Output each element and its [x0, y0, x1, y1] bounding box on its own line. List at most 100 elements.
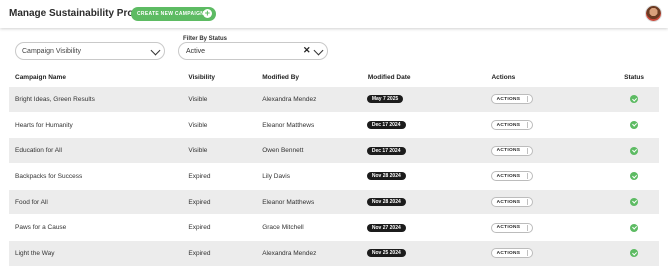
actions-cell: ACTIONS [491, 137, 610, 164]
campaign-name-cell: Education for All [9, 137, 189, 164]
plus-icon: + [203, 8, 212, 18]
actions-button-label: ACTIONS [496, 122, 521, 128]
modified-by-cell: Lily Davis [262, 163, 366, 190]
actions-button-label: ACTIONS [496, 199, 521, 205]
table-row[interactable]: Light the Way Expired Alexandra Mendez Nov … [9, 240, 659, 266]
modified-date-cell: Dec 17 2024 [365, 137, 492, 164]
actions-button[interactable]: ACTIONS [491, 171, 534, 182]
status-select-value: Active [186, 47, 206, 55]
date-badge: Nov 28 2024 [366, 198, 406, 207]
table-row[interactable]: Food for All Expired Eleanor Matthews Nov 2… [9, 188, 659, 215]
check-circle-icon [630, 95, 639, 104]
actions-cell: ACTIONS [491, 188, 610, 215]
actions-button-label: ACTIONS [496, 173, 521, 179]
visibility-cell: Expired [188, 188, 263, 215]
actions-cell: ACTIONS [491, 111, 610, 138]
campaigns-table: Campaign Name Visibility Modified By Mod… [9, 68, 659, 266]
actions-cell: ACTIONS [491, 163, 610, 190]
actions-cell: ACTIONS [491, 214, 610, 241]
date-badge: May 7 2025 [366, 95, 404, 104]
table-row[interactable]: Education for All Visible Owen Bennett Dec … [9, 137, 659, 164]
kebab-menu-icon [526, 224, 529, 231]
kebab-menu-icon [526, 199, 529, 206]
kebab-menu-icon [526, 250, 529, 257]
table-body: Bright Ideas, Green Results Visible Alexan… [9, 86, 659, 266]
check-circle-icon [630, 172, 639, 181]
table-row[interactable]: Paws for a Cause Expired Grace Mitchell Nov… [9, 214, 659, 241]
actions-button-label: ACTIONS [496, 96, 521, 102]
column-header-visibility[interactable]: Visibility [188, 68, 262, 87]
modified-by-cell: Eleanor Matthews [262, 188, 366, 215]
status-cell [609, 137, 659, 164]
create-new-campaign-button[interactable]: CREATE NEW CAMPAIGN + [131, 7, 216, 21]
actions-button[interactable]: ACTIONS [491, 145, 534, 156]
modified-date-cell: May 7 2025 [365, 86, 492, 113]
status-cell [609, 163, 659, 190]
visibility-cell: Expired [188, 214, 263, 241]
actions-button-label: ACTIONS [496, 250, 521, 256]
chevron-down-icon[interactable] [313, 45, 324, 56]
table-row[interactable]: Hearts for Humanity Visible Eleanor Matthe… [9, 111, 659, 138]
modified-by-cell: Eleanor Matthews [262, 111, 366, 138]
status-cell [609, 188, 659, 215]
chevron-down-icon [150, 45, 161, 56]
modified-by-cell: Alexandra Mendez [262, 240, 366, 266]
modified-date-cell: Nov 27 2024 [365, 214, 492, 241]
table-row[interactable]: Backpacks for Success Expired Lily Davis No… [9, 163, 659, 190]
status-cell [609, 86, 659, 113]
check-circle-icon [630, 249, 639, 258]
campaign-visibility-select[interactable]: Campaign Visibility [15, 42, 165, 60]
kebab-menu-icon [526, 173, 529, 180]
actions-button[interactable]: ACTIONS [491, 248, 534, 259]
kebab-menu-icon [526, 122, 529, 129]
status-cell [609, 111, 659, 138]
top-header: Manage Sustainability Projects CREATE NE… [0, 0, 668, 28]
visibility-cell: Visible [188, 86, 263, 113]
actions-button-label: ACTIONS [496, 148, 521, 154]
campaign-name-cell: Food for All [9, 188, 189, 215]
column-header-actions: Actions [491, 73, 516, 81]
visibility-cell: Expired [188, 163, 263, 190]
status-filter-select[interactable]: Active ✕ [178, 42, 328, 60]
table-row[interactable]: Bright Ideas, Green Results Visible Alexan… [9, 86, 659, 113]
column-header-modified-date[interactable]: Modified Date [366, 68, 492, 87]
visibility-cell: Visible [188, 111, 263, 138]
user-avatar[interactable] [645, 5, 662, 22]
modified-date-cell: Dec 17 2024 [365, 111, 492, 138]
visibility-cell: Visible [188, 137, 263, 164]
date-badge: Nov 27 2024 [366, 223, 406, 232]
actions-button[interactable]: ACTIONS [491, 222, 534, 233]
campaign-name-cell: Light the Way [9, 240, 189, 266]
modified-date-cell: Nov 28 2024 [365, 163, 492, 190]
modified-by-cell: Alexandra Mendez [262, 86, 366, 113]
column-header-campaign-name[interactable]: Campaign Name [9, 68, 188, 87]
visibility-cell: Expired [188, 240, 263, 266]
campaign-name-cell: Hearts for Humanity [9, 111, 189, 138]
modified-date-cell: Nov 25 2024 [365, 240, 492, 266]
modified-by-cell: Owen Bennett [262, 137, 366, 164]
visibility-select-value: Campaign Visibility [22, 47, 82, 55]
modified-date-cell: Nov 28 2024 [365, 188, 492, 215]
actions-button[interactable]: ACTIONS [491, 120, 534, 131]
check-circle-icon [630, 121, 639, 130]
campaign-name-cell: Bright Ideas, Green Results [9, 86, 189, 113]
kebab-menu-icon [526, 96, 529, 103]
date-badge: Nov 28 2024 [366, 172, 406, 181]
clear-icon[interactable]: ✕ [303, 45, 311, 56]
actions-button[interactable]: ACTIONS [491, 94, 534, 105]
create-button-label: CREATE NEW CAMPAIGN [137, 11, 205, 17]
kebab-menu-icon [526, 147, 529, 154]
table-header-row: Campaign Name Visibility Modified By Mod… [9, 68, 659, 87]
check-circle-icon [630, 198, 639, 207]
check-circle-icon [630, 146, 639, 155]
column-header-status[interactable]: Status [609, 68, 659, 87]
column-header-modified-by[interactable]: Modified By [262, 68, 366, 87]
actions-button[interactable]: ACTIONS [491, 197, 534, 208]
date-badge: Dec 17 2024 [366, 146, 406, 155]
check-circle-icon [630, 223, 639, 232]
actions-cell: ACTIONS [491, 86, 610, 113]
campaign-name-cell: Paws for a Cause [9, 214, 189, 241]
date-badge: Dec 17 2024 [366, 121, 406, 130]
campaign-name-cell: Backpacks for Success [9, 163, 189, 190]
status-cell [609, 214, 659, 241]
